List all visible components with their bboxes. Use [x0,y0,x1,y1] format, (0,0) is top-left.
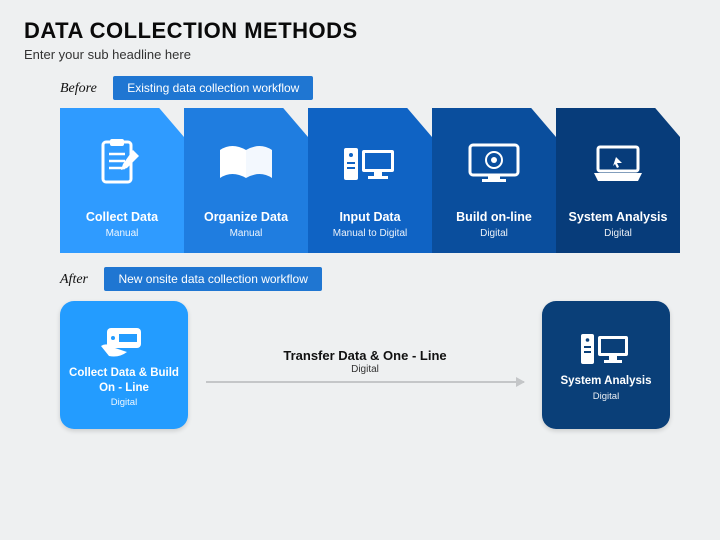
card-sub: Manual [106,228,139,239]
monitor-target-icon [466,118,522,210]
after-label: After [60,272,88,288]
card-organize-data: Organize Data Manual [184,108,308,253]
before-cards: Collect Data Manual Organize Data Manual [60,108,720,253]
laptop-cursor-icon [590,118,646,210]
arrow-right-icon [206,381,524,383]
card-sub: Digital [480,228,508,239]
card-title: Collect Data & Build On - Line [68,366,180,395]
card-system-analysis: System Analysis Digital [556,108,680,253]
server-monitor-icon [579,328,633,370]
open-book-icon [218,118,274,210]
card-title: Build on-line [456,210,532,225]
card-title: System Analysis [561,374,652,388]
before-pill: Existing data collection workflow [113,76,313,100]
after-flow: Collect Data & Build On - Line Digital T… [60,301,720,429]
card-collect-data: Collect Data Manual [60,108,184,253]
after-pill: New onsite data collection workflow [104,267,321,291]
card-title: Organize Data [204,210,288,225]
phone-hand-icon [97,322,151,362]
page-subheadline: Enter your sub headline here [24,47,696,62]
card-title: System Analysis [569,210,668,225]
card-title: Collect Data [86,210,158,225]
before-label: Before [60,81,97,97]
transfer-block: Transfer Data & One - Line Digital [198,348,532,383]
transfer-title: Transfer Data & One - Line [198,348,532,363]
page-title: DATA COLLECTION METHODS [24,18,696,44]
server-monitor-icon [342,118,398,210]
card-sub: Digital [604,228,632,239]
card-sub: Manual [230,228,263,239]
transfer-sub: Digital [198,364,532,375]
card-build-online: Build on-line Digital [432,108,556,253]
card-sub: Digital [593,391,619,402]
card-collect-build-online: Collect Data & Build On - Line Digital [60,301,188,429]
card-title: Input Data [339,210,400,225]
card-sub: Digital [111,397,137,408]
card-sub: Manual to Digital [333,228,407,239]
card-system-analysis-after: System Analysis Digital [542,301,670,429]
card-input-data: Input Data Manual to Digital [308,108,432,253]
clipboard-pencil-icon [99,118,145,210]
